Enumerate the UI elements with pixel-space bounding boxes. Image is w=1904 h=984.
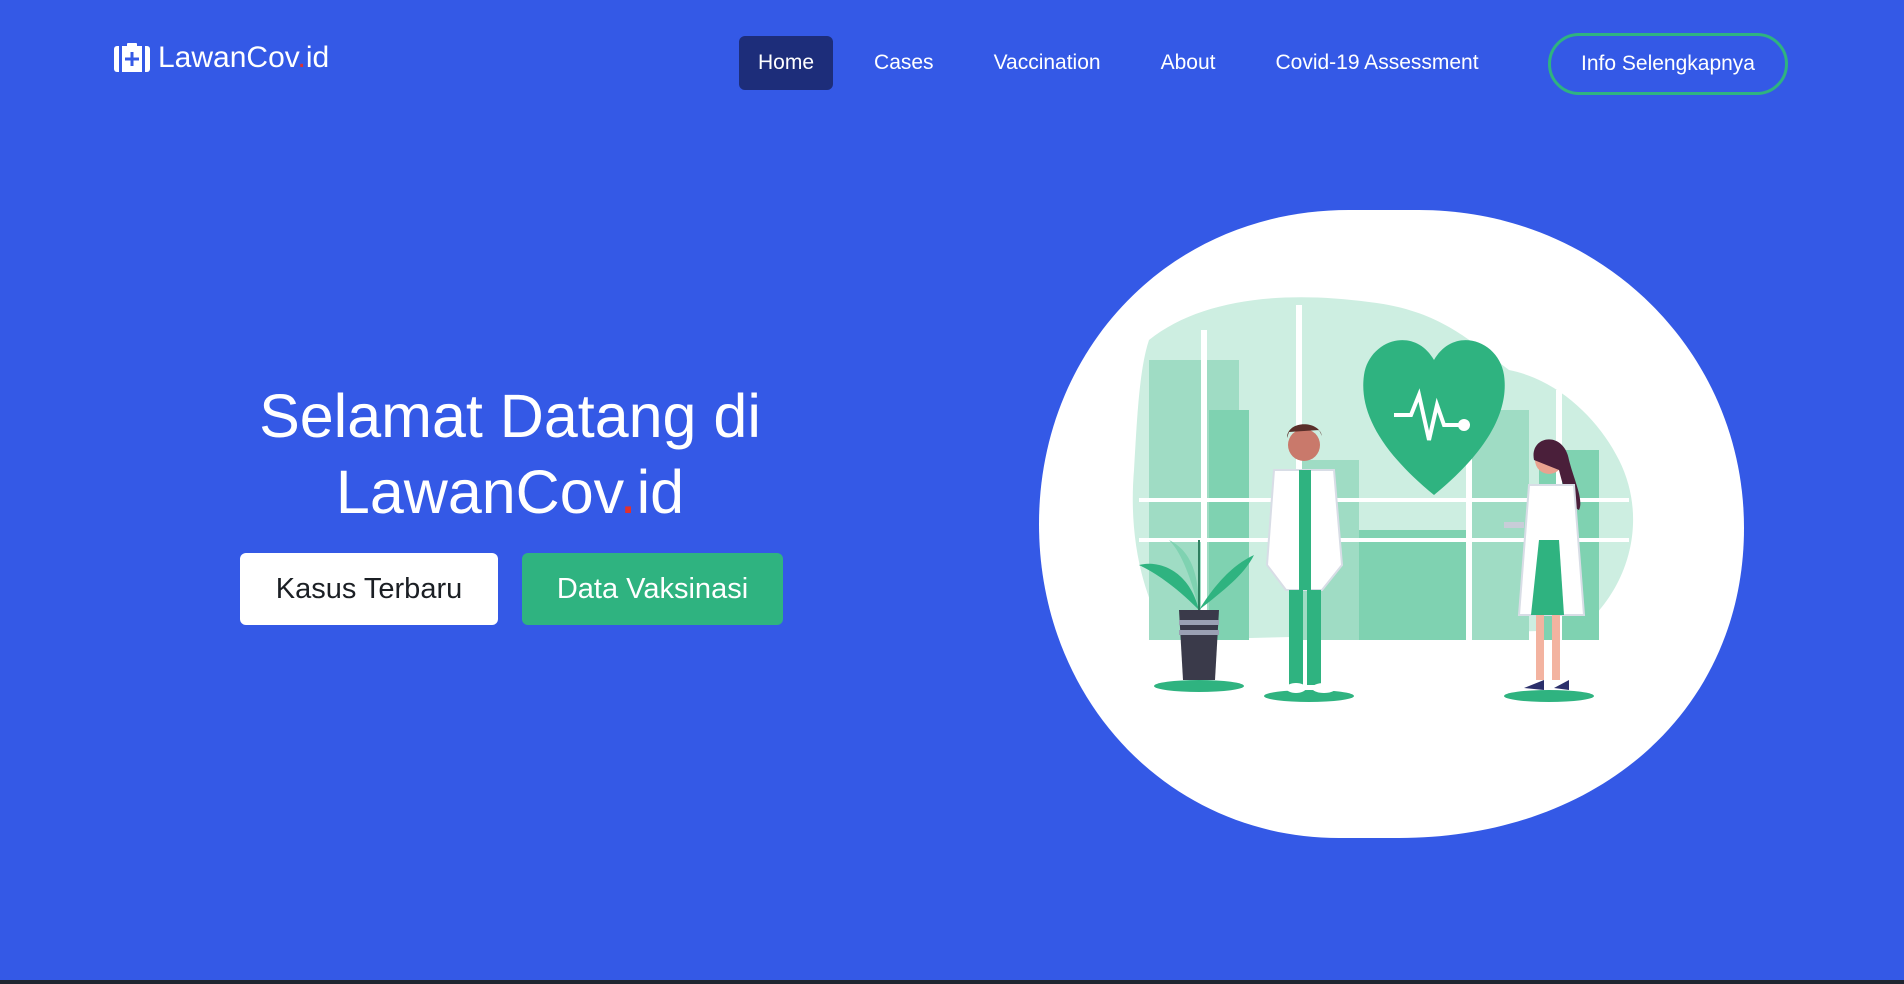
- data-vaksinasi-button[interactable]: Data Vaksinasi: [522, 553, 783, 625]
- hero-title-line2: LawanCov.id: [335, 458, 685, 526]
- info-selengkapnya-button[interactable]: Info Selengkapnya: [1548, 33, 1788, 95]
- navbar: LawanCov.id Home Cases Vaccination About…: [0, 0, 1904, 128]
- nav-item-home[interactable]: Home: [739, 36, 834, 90]
- doctors-heart-illustration: [1039, 210, 1744, 838]
- medical-kit-icon: [114, 43, 150, 72]
- nav-item-about[interactable]: About: [1142, 36, 1235, 90]
- brand-logo[interactable]: LawanCov.id: [114, 40, 329, 76]
- nav-item-vaccination[interactable]: Vaccination: [975, 36, 1120, 90]
- hero-buttons: Kasus Terbaru Data Vaksinasi: [240, 553, 783, 625]
- nav-item-covid-assessment[interactable]: Covid-19 Assessment: [1256, 36, 1497, 90]
- hero-title: Selamat Datang di LawanCov.id: [200, 378, 820, 530]
- nav-links: Home Cases Vaccination About Covid-19 As…: [739, 36, 1520, 90]
- nav-item-cases[interactable]: Cases: [855, 36, 953, 90]
- hero-title-line1: Selamat Datang di: [259, 382, 761, 450]
- bottom-strip: [0, 980, 1904, 984]
- kasus-terbaru-button[interactable]: Kasus Terbaru: [240, 553, 498, 625]
- hero-heading: Selamat Datang di LawanCov.id: [200, 378, 820, 530]
- brand-name: LawanCov.id: [158, 41, 330, 74]
